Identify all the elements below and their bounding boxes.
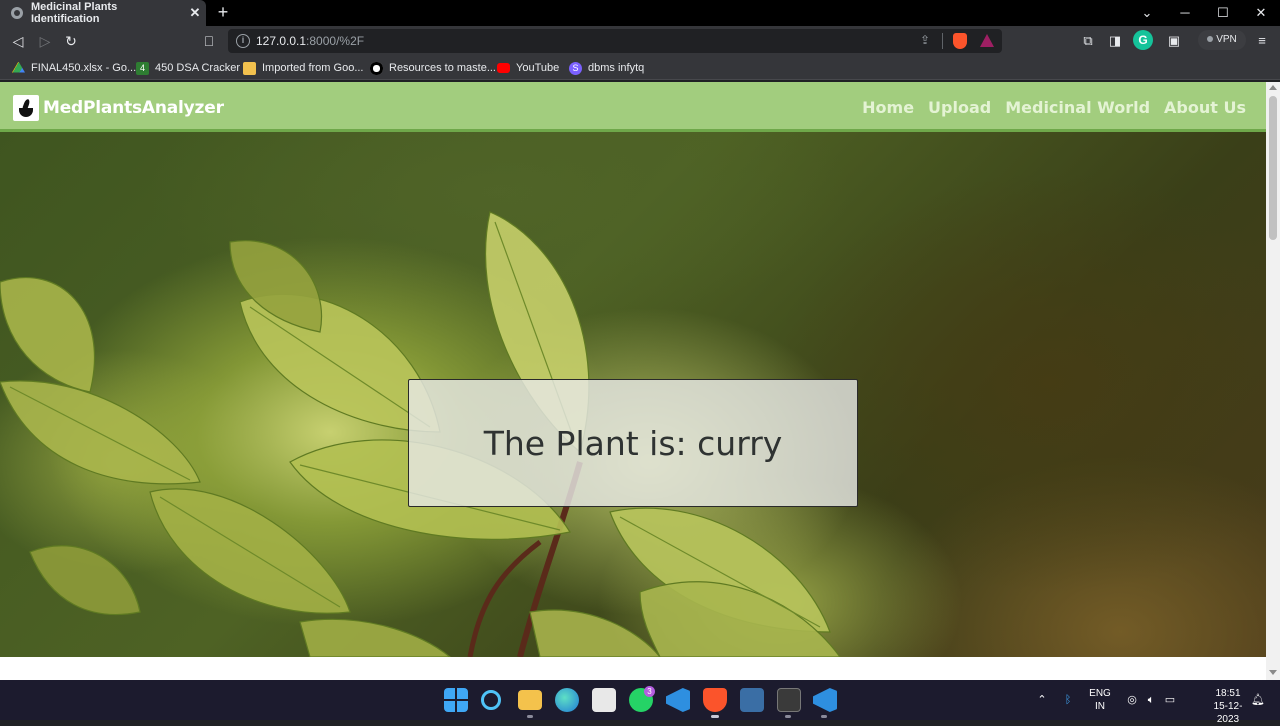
reload-button[interactable]: ↻ bbox=[60, 30, 82, 52]
nav-link-medicinal-world[interactable]: Medicinal World bbox=[1005, 98, 1150, 117]
tab-title: Medicinal Plants Identification bbox=[31, 1, 118, 25]
site-brand[interactable]: MedPlantsAnalyzer bbox=[13, 95, 224, 121]
battery-icon[interactable]: ▭ bbox=[1162, 680, 1178, 720]
brand-name: MedPlantsAnalyzer bbox=[43, 98, 224, 118]
nav-link-about-us[interactable]: About Us bbox=[1164, 98, 1246, 117]
language-indicator[interactable]: ENG IN bbox=[1087, 687, 1113, 713]
google-drive-icon bbox=[12, 61, 25, 73]
windows-taskbar: 3 ⌃ ᛒ ENG IN ◎ 🔈︎ ▭ 18:51 15-12-2023 🔔︎ bbox=[0, 680, 1280, 725]
vscode-icon[interactable] bbox=[666, 688, 690, 712]
brave-icon[interactable] bbox=[703, 688, 727, 712]
running-indicator bbox=[785, 715, 791, 718]
page-viewport: MedPlantsAnalyzer Home Upload Medicinal … bbox=[0, 82, 1266, 680]
maximize-button[interactable]: ☐ bbox=[1204, 0, 1242, 26]
youtube-icon bbox=[497, 63, 510, 73]
prediction-result-card: The Plant is: curry bbox=[408, 379, 858, 507]
scroll-down-arrow-icon[interactable] bbox=[1269, 670, 1277, 675]
notification-bell-icon[interactable]: 🔔︎ bbox=[1250, 680, 1266, 720]
bookmark-item[interactable]: Imported from Goo... bbox=[243, 60, 363, 76]
browser-tab-strip: Medicinal Plants Identification ✕ + ⌄ ─ … bbox=[0, 0, 1280, 26]
system-clock[interactable]: 18:51 15-12-2023 bbox=[1208, 687, 1248, 726]
running-indicator bbox=[821, 715, 827, 718]
active-indicator bbox=[711, 715, 719, 718]
folder-icon bbox=[243, 61, 256, 75]
hero-background-image: The Plant is: curry bbox=[0, 132, 1266, 657]
forward-button[interactable]: ▷ bbox=[34, 30, 56, 52]
nav-links: Home Upload Medicinal World About Us bbox=[848, 98, 1246, 117]
bookmark-item[interactable]: 4 450 DSA Cracker bbox=[136, 60, 240, 76]
site-navbar: MedPlantsAnalyzer Home Upload Medicinal … bbox=[0, 82, 1266, 132]
sidebar-icon[interactable]: ◨ bbox=[1106, 32, 1124, 50]
bookmark-item[interactable]: Sdbms infytq bbox=[569, 60, 644, 76]
menu-icon[interactable]: ≡ bbox=[1253, 32, 1271, 50]
brave-shields-icon[interactable] bbox=[953, 33, 967, 49]
address-bar[interactable]: i 127.0.0.1:8000/%2F ⇪ bbox=[228, 29, 1002, 53]
bluetooth-icon[interactable]: ᛒ bbox=[1060, 680, 1076, 720]
scroll-up-arrow-icon[interactable] bbox=[1269, 85, 1277, 90]
bookmark-icon[interactable]: ⎕ bbox=[198, 30, 220, 52]
close-window-button[interactable]: ✕ bbox=[1242, 0, 1280, 26]
running-indicator bbox=[527, 715, 533, 718]
windows-start-icon[interactable] bbox=[444, 688, 468, 712]
bookmark-item[interactable]: YouTube bbox=[497, 60, 559, 76]
site-info-icon[interactable]: i bbox=[236, 34, 250, 48]
browser-tab[interactable]: Medicinal Plants Identification ✕ bbox=[0, 0, 206, 26]
wallet-icon[interactable]: ▣ bbox=[1165, 32, 1183, 50]
back-button[interactable]: ◁ bbox=[7, 30, 29, 52]
bookmark-item[interactable]: Resources to maste... bbox=[370, 60, 496, 76]
file-explorer-icon[interactable] bbox=[518, 690, 542, 710]
ms-store-icon[interactable] bbox=[592, 688, 616, 712]
nav-link-upload[interactable]: Upload bbox=[928, 98, 991, 117]
page-scrollbar[interactable] bbox=[1266, 82, 1280, 680]
tab-close-button[interactable]: ✕ bbox=[184, 5, 206, 21]
page-footer-area bbox=[0, 657, 1266, 680]
medium-icon bbox=[370, 61, 383, 75]
scroll-thumb[interactable] bbox=[1269, 96, 1277, 240]
bookmark-item[interactable]: FINAL450.xlsx - Go... bbox=[12, 60, 136, 76]
vpn-button[interactable]: VPN bbox=[1198, 30, 1246, 50]
search-icon[interactable] bbox=[481, 690, 501, 710]
tab-search-button[interactable]: ⌄ bbox=[1128, 0, 1166, 26]
extensions-icon[interactable]: ⧉ bbox=[1079, 32, 1097, 50]
globe-icon bbox=[11, 7, 23, 19]
s-logo-icon: S bbox=[569, 61, 582, 75]
nav-link-home[interactable]: Home bbox=[862, 98, 914, 117]
whatsapp-notification-badge: 3 bbox=[644, 686, 655, 697]
chevron-up-icon[interactable]: ⌃ bbox=[1034, 680, 1050, 720]
bookmarks-bar: FINAL450.xlsx - Go... 4 450 DSA Cracker I… bbox=[0, 56, 1280, 80]
url-text[interactable]: 127.0.0.1:8000/%2F bbox=[256, 34, 364, 48]
new-tab-button[interactable]: + bbox=[213, 2, 233, 22]
brave-rewards-icon[interactable] bbox=[980, 34, 994, 47]
volume-icon[interactable]: 🔈︎ bbox=[1143, 680, 1159, 720]
app-icon[interactable] bbox=[740, 688, 764, 712]
prediction-result-text: The Plant is: curry bbox=[483, 423, 783, 463]
plant-logo-icon bbox=[13, 95, 39, 121]
divider bbox=[942, 33, 943, 49]
grammarly-icon[interactable]: G bbox=[1133, 30, 1153, 50]
number-4-icon: 4 bbox=[136, 61, 149, 75]
browser-toolbar: ◁ ▷ ↻ ⎕ i 127.0.0.1:8000/%2F ⇪ ⧉ ◨ G ▣ V… bbox=[0, 26, 1280, 56]
edge-icon[interactable] bbox=[555, 688, 579, 712]
terminal-icon[interactable] bbox=[777, 688, 801, 712]
share-icon[interactable]: ⇪ bbox=[920, 33, 930, 47]
network-icon[interactable]: ◎ bbox=[1124, 680, 1140, 720]
minimize-button[interactable]: ─ bbox=[1166, 0, 1204, 26]
vscode-icon[interactable] bbox=[813, 688, 837, 712]
